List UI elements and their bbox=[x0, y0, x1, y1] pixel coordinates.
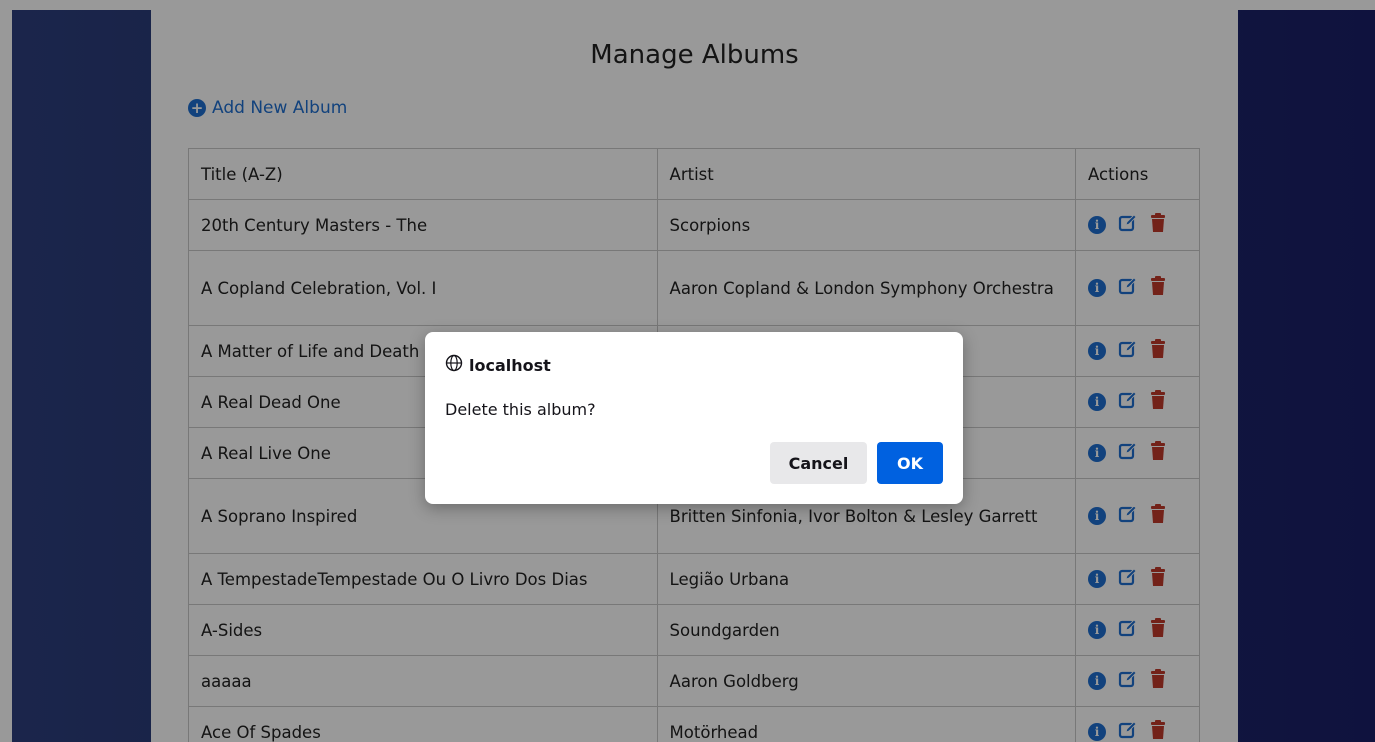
confirm-dialog: localhost Delete this album? Cancel OK bbox=[425, 332, 963, 504]
dialog-message: Delete this album? bbox=[445, 400, 596, 419]
globe-icon bbox=[445, 354, 463, 376]
ok-button[interactable]: OK bbox=[877, 442, 943, 484]
cancel-button[interactable]: Cancel bbox=[770, 442, 867, 484]
dialog-origin-label: localhost bbox=[469, 355, 551, 375]
dialog-origin: localhost bbox=[445, 354, 551, 376]
